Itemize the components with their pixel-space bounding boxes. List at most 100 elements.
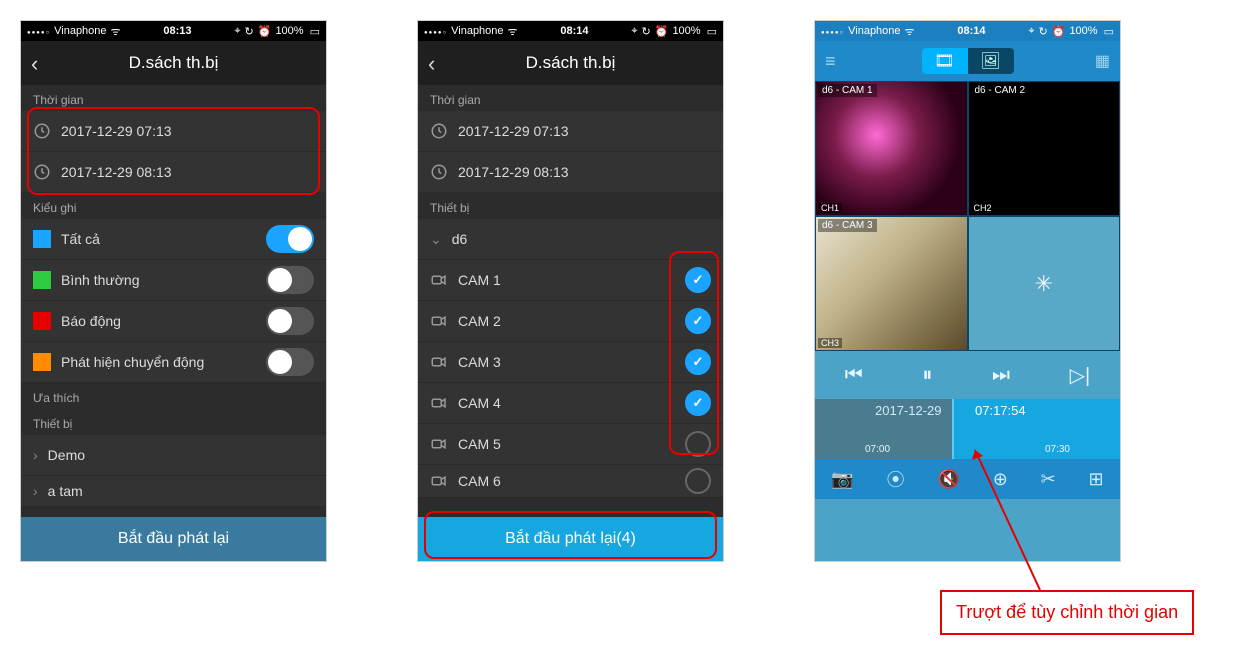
phone-1-device-list: Vinaphoneᯤ 08:13 ⌖↻⏰100% ‹ D.sách th.bị … bbox=[20, 20, 327, 562]
button-label: Bắt đầu phát lại bbox=[118, 530, 229, 548]
start-playback-button[interactable]: Bắt đầu phát lại bbox=[21, 517, 326, 561]
menu-button[interactable]: ≡ bbox=[825, 51, 836, 72]
cam-row-3[interactable]: CAM 3 bbox=[418, 342, 723, 383]
battery-label: 100% bbox=[672, 25, 700, 37]
section-device-label: Thiết bị bbox=[21, 409, 326, 435]
gps-icon: ⌖ bbox=[234, 25, 240, 38]
cell-tag: d6 - CAM 2 bbox=[971, 84, 1030, 97]
cam-row-2[interactable]: CAM 2 bbox=[418, 301, 723, 342]
cam-row-5[interactable]: CAM 5 bbox=[418, 424, 723, 465]
cell-ch: CH1 bbox=[818, 203, 842, 213]
rectype-normal-row[interactable]: Bình thường bbox=[21, 260, 326, 301]
camera-icon bbox=[430, 353, 448, 371]
cam-row-4[interactable]: CAM 4 bbox=[418, 383, 723, 424]
cam-row-6[interactable]: CAM 6 bbox=[418, 465, 723, 498]
pause-button[interactable]: ⏸ bbox=[922, 364, 932, 387]
grid-cell-4-loading[interactable] bbox=[968, 216, 1121, 351]
back-button[interactable]: ‹ bbox=[428, 51, 435, 77]
time-start-value: 2017-12-29 07:13 bbox=[458, 123, 711, 139]
playback-topbar: ≡ 🎞 🖼 ▦ bbox=[815, 41, 1120, 81]
toggle-normal[interactable] bbox=[266, 266, 314, 294]
signal-dots-icon bbox=[424, 25, 447, 37]
device-label: a tam bbox=[48, 483, 314, 499]
timeline-now: 07:17:54 bbox=[975, 403, 1026, 418]
mode-image-tab[interactable]: 🖼 bbox=[968, 48, 1014, 74]
cam-check[interactable] bbox=[685, 308, 711, 334]
toggle-all[interactable] bbox=[266, 225, 314, 253]
camera-icon bbox=[430, 271, 448, 289]
snapshot-button[interactable]: 📷 bbox=[831, 469, 853, 490]
mode-segment: 🎞 🖼 bbox=[922, 48, 1014, 74]
phone-2-camera-select: Vinaphoneᯤ 08:14 ⌖↻⏰100% ‹ D.sách th.bị … bbox=[417, 20, 724, 562]
device-label: Demo bbox=[48, 447, 314, 463]
record-button[interactable]: ⦿ bbox=[887, 466, 905, 492]
start-playback-count-button[interactable]: Bắt đầu phát lại(4) bbox=[418, 517, 723, 561]
grid-layout-button[interactable]: ⊞ bbox=[1089, 469, 1104, 490]
cell-ch: CH2 bbox=[971, 203, 995, 213]
time-start-value: 2017-12-29 07:13 bbox=[61, 123, 314, 139]
color-chip bbox=[33, 353, 51, 371]
rectype-motion-row[interactable]: Phát hiện chuyển động bbox=[21, 342, 326, 383]
chevron-right-icon: › bbox=[33, 447, 38, 463]
gps-icon: ⌖ bbox=[631, 25, 637, 38]
back-button[interactable]: ‹ bbox=[31, 51, 38, 77]
color-chip bbox=[33, 271, 51, 289]
alarm-icon: ⏰ bbox=[258, 25, 272, 38]
rectype-alarm-row[interactable]: Báo động bbox=[21, 301, 326, 342]
camera-icon bbox=[430, 394, 448, 412]
camera-icon bbox=[430, 435, 448, 453]
clock-icon bbox=[430, 163, 448, 181]
battery-label: 100% bbox=[1069, 25, 1097, 37]
cam-check[interactable] bbox=[685, 349, 711, 375]
toggle-alarm[interactable] bbox=[266, 307, 314, 335]
lock-icon: ↻ bbox=[245, 25, 254, 38]
status-time: 08:14 bbox=[560, 25, 588, 37]
cam-check[interactable] bbox=[685, 390, 711, 416]
clip-button[interactable]: ✂ bbox=[1041, 469, 1056, 490]
annotation-callout: Trượt để tùy chỉnh thời gian bbox=[940, 590, 1194, 635]
device-row-demo[interactable]: › Demo bbox=[21, 435, 326, 476]
playback-controls: ⏮ ⏸ ⏭ ▷| bbox=[815, 351, 1120, 399]
time-end-row[interactable]: 2017-12-29 08:13 bbox=[21, 152, 326, 193]
timeline-scrubber[interactable]: 2017-12-29 07:17:54 07:00 07:30 bbox=[815, 399, 1120, 459]
cam-check[interactable] bbox=[685, 468, 711, 494]
signal-dots-icon bbox=[27, 25, 50, 37]
section-fav-label: Ưa thích bbox=[21, 383, 326, 409]
mute-button[interactable]: 🔇 bbox=[937, 469, 959, 490]
zoom-button[interactable]: ⊕ bbox=[993, 469, 1008, 490]
timeline-tick-1: 07:00 bbox=[865, 444, 890, 455]
playback-tools: 📷 ⦿ 🔇 ⊕ ✂ ⊞ bbox=[815, 459, 1120, 499]
time-start-row[interactable]: 2017-12-29 07:13 bbox=[418, 111, 723, 152]
timeline-date: 2017-12-29 bbox=[875, 403, 942, 418]
mode-video-tab[interactable]: 🎞 bbox=[922, 48, 968, 74]
rectype-all-row[interactable]: Tất cả bbox=[21, 219, 326, 260]
cam-label: CAM 4 bbox=[458, 395, 675, 411]
grid-cell-2[interactable]: d6 - CAM 2 CH2 bbox=[968, 81, 1121, 216]
cam-check[interactable] bbox=[685, 267, 711, 293]
toggle-motion[interactable] bbox=[266, 348, 314, 376]
time-start-row[interactable]: 2017-12-29 07:13 bbox=[21, 111, 326, 152]
fast-forward-button[interactable]: ⏭ bbox=[992, 364, 1010, 387]
rectype-alarm-label: Báo động bbox=[61, 313, 256, 329]
grid-cell-3[interactable]: d6 - CAM 3 CH3 bbox=[815, 216, 968, 351]
layout-button[interactable]: ▦ bbox=[1095, 51, 1110, 71]
status-time: 08:13 bbox=[163, 25, 191, 37]
device-group-label: d6 bbox=[452, 231, 711, 247]
status-bar: Vinaphoneᯤ 08:13 ⌖↻⏰100% bbox=[21, 21, 326, 41]
device-group-row[interactable]: ⌄ d6 bbox=[418, 219, 723, 260]
cam-row-1[interactable]: CAM 1 bbox=[418, 260, 723, 301]
grid-cell-1[interactable]: d6 - CAM 1 CH1 bbox=[815, 81, 968, 216]
next-button[interactable]: ▷| bbox=[1070, 363, 1091, 388]
clock-icon bbox=[33, 163, 51, 181]
callout-text: Trượt để tùy chỉnh thời gian bbox=[956, 602, 1178, 622]
cell-tag: d6 - CAM 3 bbox=[818, 219, 877, 232]
clock-icon bbox=[430, 122, 448, 140]
battery-label: 100% bbox=[275, 25, 303, 37]
color-chip bbox=[33, 312, 51, 330]
time-end-row[interactable]: 2017-12-29 08:13 bbox=[418, 152, 723, 193]
timeline-cursor[interactable] bbox=[952, 399, 954, 459]
cam-check[interactable] bbox=[685, 431, 711, 457]
device-row-atam[interactable]: › a tam bbox=[21, 476, 326, 507]
gps-icon: ⌖ bbox=[1028, 25, 1034, 38]
rewind-button[interactable]: ⏮ bbox=[845, 364, 863, 387]
